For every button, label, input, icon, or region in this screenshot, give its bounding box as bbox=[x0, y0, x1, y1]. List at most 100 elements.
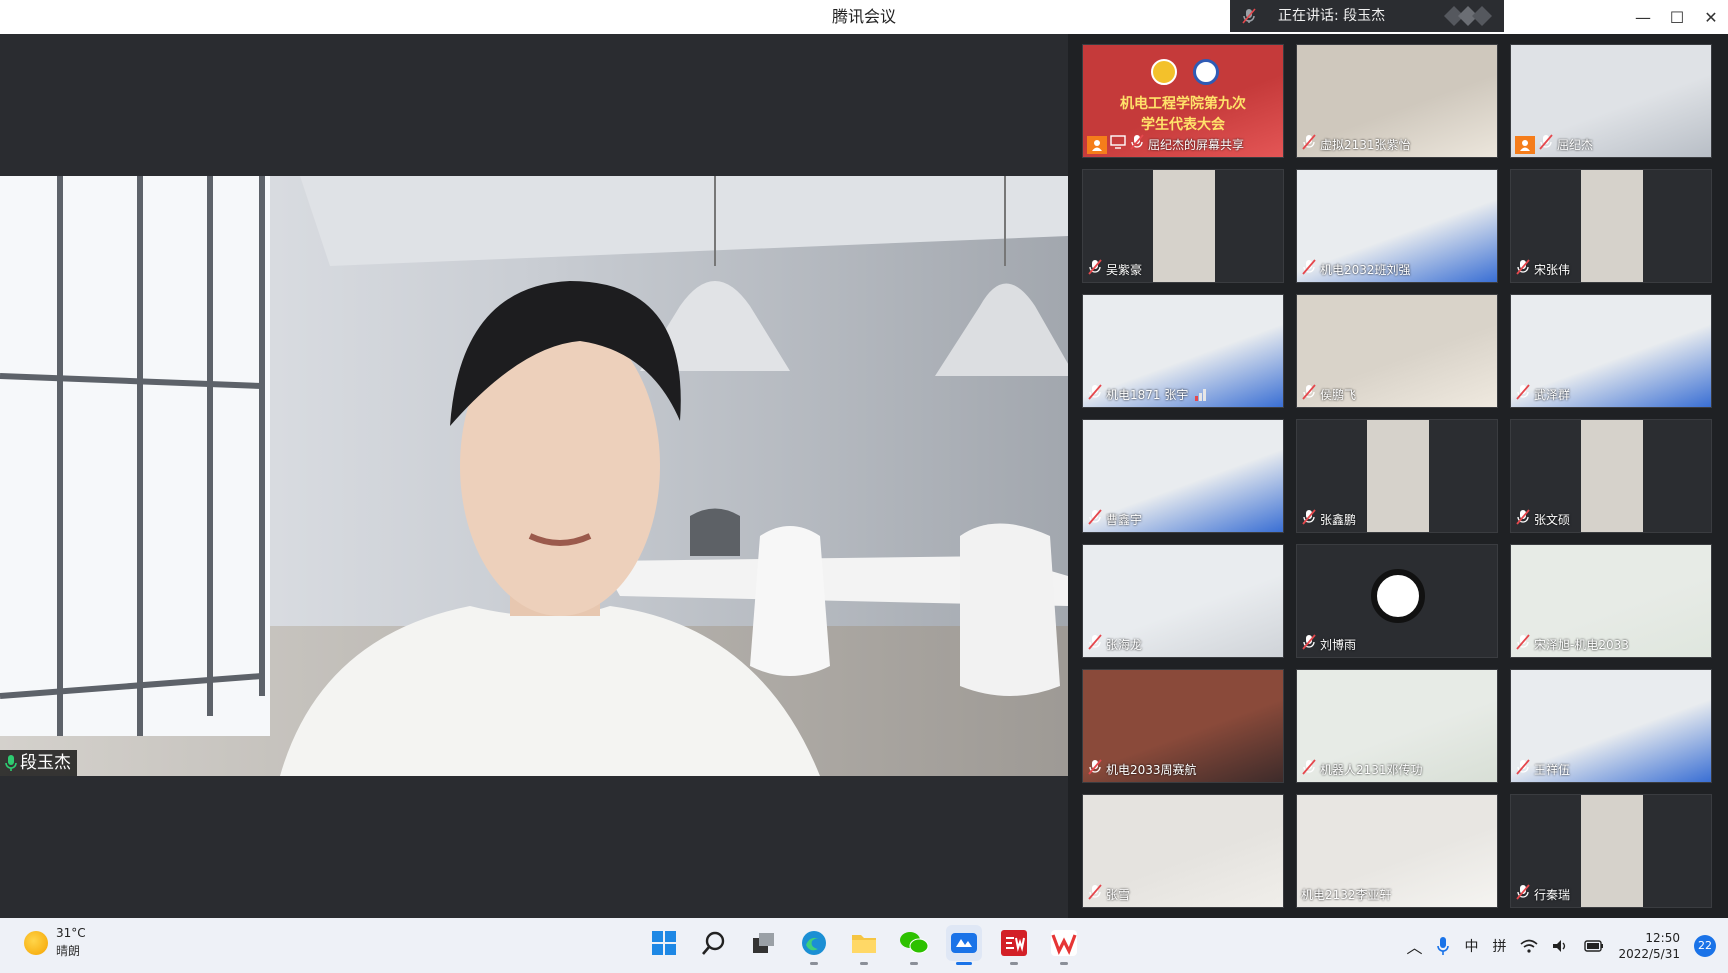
edge-browser-icon[interactable] bbox=[796, 925, 832, 965]
participant-name: 武泽群 bbox=[1534, 388, 1571, 402]
avatar bbox=[1371, 569, 1425, 623]
participant-name: 王祥伍 bbox=[1534, 763, 1571, 777]
participant-tile[interactable]: 吴紫豪 bbox=[1082, 169, 1284, 283]
participant-tile[interactable]: 机电2033周赛航 bbox=[1082, 669, 1284, 783]
participant-tile[interactable]: 张文硕 bbox=[1510, 419, 1712, 533]
task-view-icon[interactable] bbox=[746, 925, 782, 961]
maximize-button[interactable]: ☐ bbox=[1660, 0, 1694, 34]
participant-label: 机器人2131邓传功 bbox=[1297, 759, 1423, 781]
speaking-text: 正在讲话: 段玉杰 bbox=[1278, 0, 1385, 32]
participant-tile[interactable]: 屈纪杰 bbox=[1510, 44, 1712, 158]
weather-text: 31°C 晴朗 bbox=[56, 926, 86, 959]
participant-label: 曹鑫宇 bbox=[1083, 509, 1143, 530]
portrait-video bbox=[1581, 795, 1643, 907]
minimize-button[interactable]: — bbox=[1626, 0, 1660, 34]
participant-gallery[interactable]: 机电工程学院第九次 学生代表大会 屈纪杰的屏幕共享 虚拟2131张紫怡 屈纪杰 吴紫豪 机电… bbox=[1068, 34, 1728, 918]
ime-language[interactable]: 中 bbox=[1464, 936, 1478, 956]
ime-mode[interactable]: 拼 bbox=[1492, 936, 1506, 956]
microphone-icon[interactable] bbox=[1436, 936, 1450, 956]
participant-tile[interactable]: 宋张伟 bbox=[1510, 169, 1712, 283]
participant-label: 机电2033周赛航 bbox=[1083, 759, 1197, 781]
mic-active-icon bbox=[5, 755, 17, 771]
mic-muted-icon bbox=[1301, 134, 1317, 156]
chevron-up-icon[interactable]: ︿ bbox=[1406, 934, 1422, 958]
participant-name: 机电2033周赛航 bbox=[1106, 763, 1197, 777]
start-icon[interactable] bbox=[646, 925, 682, 961]
participant-tile[interactable]: 机电2032班刘强 bbox=[1296, 169, 1498, 283]
participant-tile[interactable]: 机器人2131邓传功 bbox=[1296, 669, 1498, 783]
mic-muted-icon bbox=[1301, 759, 1317, 781]
mic-muted-icon bbox=[1087, 634, 1103, 656]
participant-tile[interactable]: 机电2132李亚轩 bbox=[1296, 794, 1498, 908]
participant-name: 宋泽旭-机电2033 bbox=[1534, 638, 1629, 652]
mic-muted-icon bbox=[1515, 259, 1531, 281]
participant-label: 屈纪杰的屏幕共享 bbox=[1083, 134, 1244, 156]
close-button[interactable]: ✕ bbox=[1694, 0, 1728, 34]
portrait-video bbox=[1153, 170, 1215, 282]
participant-name: 虚拟2131张紫怡 bbox=[1320, 138, 1411, 152]
participant-tile[interactable]: 张雪 bbox=[1082, 794, 1284, 908]
file-explorer-icon[interactable] bbox=[846, 925, 882, 965]
wifi-icon[interactable] bbox=[1520, 939, 1538, 953]
search-icon[interactable] bbox=[696, 925, 732, 961]
mic-muted-icon bbox=[1538, 134, 1554, 156]
participant-name: 机电2032班刘强 bbox=[1320, 263, 1411, 277]
network-signal-icon bbox=[1195, 389, 1207, 401]
screen-share-icon bbox=[1110, 135, 1126, 155]
title-bar: 腾讯会议 正在讲话: 段玉杰 — ☐ ✕ bbox=[0, 0, 1728, 34]
mic-muted-icon bbox=[1087, 884, 1103, 906]
weather-temp: 31°C bbox=[56, 926, 86, 940]
participant-name: 屈纪杰 bbox=[1557, 138, 1594, 152]
participant-tile[interactable]: 机电工程学院第九次 学生代表大会 屈纪杰的屏幕共享 bbox=[1082, 44, 1284, 158]
mic-muted-icon bbox=[1515, 384, 1531, 406]
tencent-meeting-icon[interactable] bbox=[946, 925, 982, 965]
participant-tile[interactable]: 宋泽旭-机电2033 bbox=[1510, 544, 1712, 658]
participant-tile[interactable]: 曹鑫宇 bbox=[1082, 419, 1284, 533]
participant-tile[interactable]: 侯鹏飞 bbox=[1296, 294, 1498, 408]
notification-badge[interactable]: 22 bbox=[1694, 934, 1716, 957]
participant-label: 张鑫鹏 bbox=[1297, 509, 1356, 531]
participant-tile[interactable]: 行秦瑞 bbox=[1510, 794, 1712, 908]
participant-label: 宋张伟 bbox=[1511, 259, 1571, 281]
mic-muted-icon bbox=[1515, 759, 1531, 781]
participant-name: 吴紫豪 bbox=[1106, 263, 1143, 277]
portrait-video bbox=[1367, 420, 1429, 532]
room-scene bbox=[0, 176, 1068, 776]
portrait-video bbox=[1581, 170, 1643, 282]
participant-tile[interactable]: 王祥伍 bbox=[1510, 669, 1712, 783]
mic-muted-icon bbox=[1301, 509, 1317, 531]
mic-muted-icon bbox=[1087, 759, 1103, 781]
participant-tile[interactable]: 刘博雨 bbox=[1296, 544, 1498, 658]
participant-label: 机电1871 张宇 bbox=[1083, 384, 1207, 405]
mic-muted-icon bbox=[1515, 509, 1531, 531]
participant-label: 武泽群 bbox=[1511, 384, 1571, 406]
wechat-icon[interactable] bbox=[896, 925, 932, 965]
speaking-prefix: 正在讲话: bbox=[1278, 8, 1344, 24]
university-emblem-icon bbox=[1193, 59, 1219, 85]
participant-label: 吴紫豪 bbox=[1083, 259, 1143, 280]
participant-name: 宋张伟 bbox=[1534, 263, 1571, 277]
participant-tile[interactable]: 张鑫鹏 bbox=[1296, 419, 1498, 533]
volume-icon[interactable] bbox=[1552, 939, 1570, 953]
participant-name: 曹鑫宇 bbox=[1106, 513, 1143, 527]
participant-tile[interactable]: 武泽群 bbox=[1510, 294, 1712, 408]
mic-muted-icon bbox=[1129, 134, 1145, 156]
participant-name: 机电1871 张宇 bbox=[1106, 388, 1189, 402]
battery-icon[interactable] bbox=[1584, 939, 1604, 952]
participant-name: 张雪 bbox=[1106, 888, 1131, 902]
system-tray: ︿ 中 拼 12:50 2022/5/31 22 bbox=[1406, 918, 1716, 973]
wps-icon[interactable] bbox=[1046, 925, 1082, 965]
clock[interactable]: 12:50 2022/5/31 bbox=[1618, 930, 1680, 962]
clock-time: 12:50 bbox=[1645, 930, 1680, 945]
participant-tile[interactable]: 虚拟2131张紫怡 bbox=[1296, 44, 1498, 158]
participant-tile[interactable]: 张海龙 bbox=[1082, 544, 1284, 658]
participant-name: 张文硕 bbox=[1534, 513, 1571, 527]
mic-muted-icon bbox=[1242, 8, 1256, 24]
participant-label: 张文硕 bbox=[1511, 509, 1571, 531]
participant-tile[interactable]: 机电1871 张宇 bbox=[1082, 294, 1284, 408]
participant-name: 张海龙 bbox=[1106, 638, 1143, 652]
participant-name: 行秦瑞 bbox=[1534, 888, 1571, 902]
weather-widget[interactable]: 31°C 晴朗 bbox=[24, 926, 86, 959]
solidworks-icon[interactable] bbox=[996, 925, 1032, 965]
participant-label: 刘博雨 bbox=[1297, 634, 1356, 655]
